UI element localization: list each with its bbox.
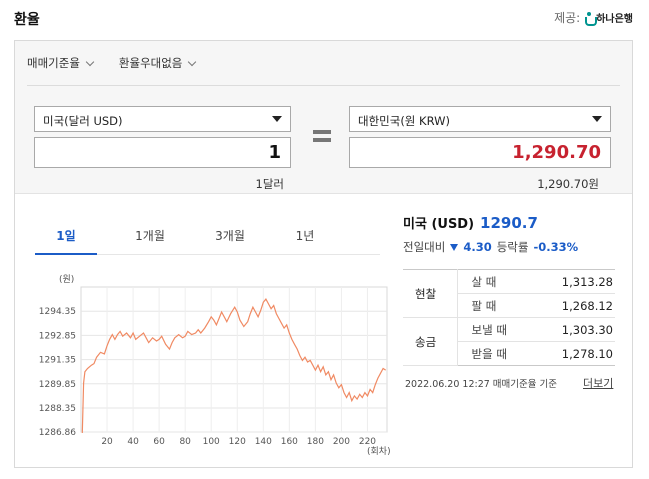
currency-converter: 매매기준율 환율우대없음 미국(달러 USD) 1 1달러 대한민국(원 KRW… [15,41,632,194]
to-currency-label: 대한민국(원 KRW) [358,114,450,128]
current-rate: 1290.7 [480,214,538,232]
period-tabs: 1일 1개월 3개월 1년 [35,227,380,255]
rate-summary: 미국 (USD) 1290.7 전일대비 4.30 등락률 -0.33% [403,213,618,255]
change-value: 4.30 [463,240,492,254]
row-value: 1,303.30 [525,317,615,342]
hana-bank-logo[interactable]: 하나은행 [584,10,633,26]
rate-standard-dropdown[interactable]: 매매기준율 [27,53,95,73]
caret-down-icon [272,116,282,122]
page-title: 환율 [14,12,40,28]
chevron-down-icon [188,57,197,66]
change-label: 전일대비 [403,240,446,254]
row-value: 1,313.28 [525,269,615,294]
down-arrow-icon [450,243,459,251]
chevron-down-icon [85,57,95,66]
x-tick-label: 100 [203,437,220,447]
x-tick-label: 40 [127,437,139,447]
x-tick-label: 20 [101,437,113,447]
y-tick-label: 1289.85 [39,380,76,390]
hana-bank-icon [584,11,598,26]
to-currency-select[interactable]: 대한민국(원 KRW) [349,106,611,132]
rate-discount-dropdown[interactable]: 환율우대없음 [118,53,197,73]
y-tick-label: 1292.85 [39,331,76,341]
tab-1year[interactable]: 1년 [275,227,335,255]
tab-1month[interactable]: 1개월 [115,227,185,255]
rate-discount-label: 환율우대없음 [118,56,183,70]
country-label: 미국 (USD) [403,217,475,232]
rate-standard-label: 매매기준율 [27,56,80,70]
caret-down-icon [592,116,602,122]
rates-table: 현찰 살 때 1,313.28 팔 때 1,268.12 송금 보낼 때 1,3… [403,269,615,366]
line-chart: 1294.35 1292.85 1291.35 1289.85 1288.35 1286.… [39,274,391,457]
divider [27,85,620,86]
to-unit-text: 1,290.70원 [537,177,599,191]
x-tick-label: 200 [333,437,350,447]
tab-3months[interactable]: 3개월 [195,227,265,255]
pct-value: -0.33% [533,240,579,254]
from-currency-select[interactable]: 미국(달러 USD) [34,106,291,132]
row-label: 팔 때 [457,293,525,318]
y-tick-label: 1286.86 [39,428,76,438]
provider-info: 제공: 하나은행 [554,9,633,26]
y-tick-label: 1288.35 [39,404,76,414]
from-amount-input[interactable]: 1 [34,137,291,168]
x-tick-label: 140 [255,437,272,447]
more-link[interactable]: 더보기 [583,375,613,391]
x-tick-label: 80 [179,437,191,447]
to-amount-input[interactable]: 1,290.70 [349,137,611,168]
table-row: 송금 보낼 때 1,303.30 [403,317,615,366]
row-label: 받을 때 [457,341,525,366]
transfer-label: 송금 [403,317,458,366]
row-label: 보낼 때 [457,317,525,342]
from-unit-text: 1달러 [255,177,284,191]
cash-label: 현찰 [403,269,458,318]
x-axis-label: (회차) [367,445,391,457]
x-tick-label: 160 [281,437,298,447]
from-currency-label: 미국(달러 USD) [43,114,123,128]
y-tick-label: 1291.35 [39,356,76,366]
x-tick-label: 60 [153,437,165,447]
row-label: 살 때 [457,269,525,294]
provider-name: 하나은행 [596,14,633,25]
table-row: 현찰 살 때 1,313.28 [403,269,615,318]
filter-row: 매매기준율 환율우대없음 [27,53,197,73]
x-tick-label: 220 [359,437,376,447]
x-tick-label: 120 [229,437,246,447]
update-timestamp: 2022.06.20 12:27 매매기준율 기준 [405,379,558,390]
exchange-rate-panel: 매매기준율 환율우대없음 미국(달러 USD) 1 1달러 대한민국(원 KRW… [14,40,633,468]
pct-label: 등락률 [496,240,529,254]
exchange-rate-chart: 1294.35 1292.85 1291.35 1289.85 1288.35 1286.… [35,269,395,459]
provider-label: 제공: [554,11,581,25]
x-tick-label: 180 [307,437,324,447]
y-tick-label: 1294.35 [39,307,76,317]
row-value: 1,278.10 [525,341,615,366]
tab-1day[interactable]: 1일 [35,227,97,255]
equals-icon [313,130,331,142]
y-axis-label: (원) [59,274,74,285]
row-value: 1,268.12 [525,293,615,318]
